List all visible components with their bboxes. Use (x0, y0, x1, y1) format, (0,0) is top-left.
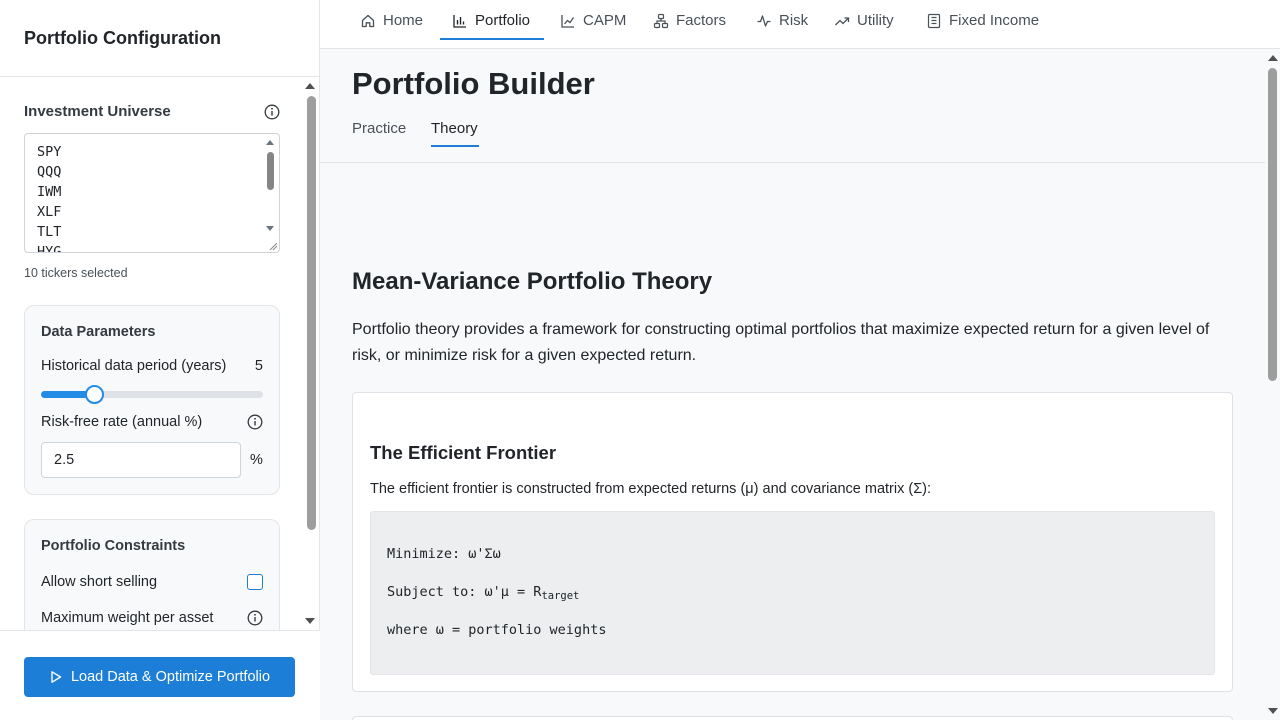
sidebar: Portfolio Configuration Investment Unive… (0, 0, 320, 720)
info-icon[interactable] (247, 414, 263, 430)
main-content[interactable]: Portfolio Builder Practice Theory Mean-V… (320, 49, 1265, 720)
formula-line-subject: Subject to: ω'μ = Rtarget (387, 584, 579, 602)
tab-home-label: Home (383, 12, 424, 29)
tab-factors[interactable]: Factors (653, 0, 726, 41)
slider-thumb[interactable] (85, 385, 105, 404)
efficient-frontier-description: The efficient frontier is constructed fr… (370, 481, 932, 497)
risk-free-label: Risk-free rate (annual %) (41, 414, 203, 430)
efficient-frontier-title: The Efficient Frontier (370, 442, 557, 463)
ticker-line: XLF (37, 204, 62, 220)
trending-up-icon (835, 16, 850, 25)
scroll-down-arrow[interactable] (266, 226, 274, 231)
tab-capm[interactable]: CAPM (560, 0, 626, 41)
data-parameters-title: Data Parameters (41, 324, 156, 340)
formula-line-where: where ω = portfolio weights (387, 622, 607, 638)
bar-chart-icon (453, 14, 466, 28)
period-slider[interactable] (41, 385, 263, 404)
short-selling-label: Allow short selling (41, 574, 158, 590)
ticker-line: SPY (37, 144, 62, 160)
theory-intro: Portfolio theory provides a framework fo… (352, 321, 1210, 364)
scroll-down-arrow[interactable] (1268, 708, 1278, 714)
subtab-practice[interactable]: Practice (352, 120, 406, 137)
active-tab-indicator (440, 38, 544, 40)
ticker-line: TLT (37, 224, 62, 240)
page-header: Portfolio Builder Practice Theory (320, 49, 1265, 163)
load-optimize-button[interactable]: Load Data & Optimize Portfolio (24, 657, 295, 697)
line-chart-icon (561, 14, 575, 28)
active-subtab-indicator (431, 145, 479, 147)
home-icon (361, 14, 375, 27)
tab-factors-label: Factors (676, 12, 727, 29)
play-icon (51, 671, 62, 683)
tab-utility[interactable]: Utility (834, 0, 894, 41)
short-selling-checkbox[interactable] (247, 574, 263, 590)
ticker-line: HYG (37, 244, 62, 253)
risk-free-input[interactable]: 2.5 (41, 442, 241, 478)
formula-subscript: target (541, 590, 580, 602)
resize-handle-icon[interactable] (269, 242, 277, 250)
textarea-scroll-thumb[interactable] (267, 152, 274, 190)
tab-utility-label: Utility (857, 12, 894, 29)
scroll-up-arrow[interactable] (266, 140, 274, 145)
max-weight-label: Maximum weight per asset (41, 610, 214, 626)
scroll-down-arrow[interactable] (305, 618, 315, 624)
tab-fixed-income-label: Fixed Income (949, 12, 1040, 29)
universe-header: Investment Universe (24, 103, 280, 120)
main-scroll-thumb[interactable] (1268, 68, 1277, 381)
load-button-label: Load Data & Optimize Portfolio (70, 669, 271, 685)
sidebar-scroll-area[interactable]: Investment Universe SPY QQQ IWM XLF TLT HYG 1… (0, 77, 320, 630)
activity-icon (757, 14, 771, 27)
risk-free-row: Risk-free rate (annual %) (41, 414, 263, 430)
tickers-count: 10 tickers selected (24, 266, 128, 280)
theory-title: Mean-Variance Portfolio Theory (352, 268, 713, 295)
textarea-scrollbar[interactable] (265, 138, 277, 250)
sidebar-footer: Load Data & Optimize Portfolio (0, 630, 320, 720)
tab-risk[interactable]: Risk (756, 0, 808, 41)
hierarchy-icon (653, 13, 669, 28)
sidebar-scroll-thumb[interactable] (307, 96, 316, 530)
scroll-up-arrow[interactable] (305, 83, 315, 89)
formula-subject-text: Subject to: ω'μ = R (387, 584, 542, 600)
formula-code-block: Minimize: ω'Σω Subject to: ω'μ = Rtarget… (370, 511, 1215, 675)
universe-label: Investment Universe (24, 103, 171, 120)
tab-portfolio[interactable]: Portfolio (452, 0, 530, 41)
scroll-up-arrow[interactable] (1268, 55, 1278, 61)
period-value: 5 (254, 358, 263, 374)
short-selling-row: Allow short selling (41, 574, 263, 590)
next-section-card (352, 716, 1233, 720)
tickers-list: SPY QQQ IWM XLF TLT HYG (25, 134, 279, 253)
portfolio-constraints-card: Portfolio Constraints Allow short sellin… (24, 519, 280, 630)
efficient-frontier-card: The Efficient Frontier The efficient fro… (352, 392, 1233, 692)
sidebar-scrollbar[interactable] (302, 77, 318, 630)
tab-risk-label: Risk (779, 12, 809, 29)
info-icon[interactable] (247, 610, 263, 626)
top-navigation: Home Portfolio CAPM Factors Risk Utility… (320, 0, 1280, 49)
sidebar-title: Portfolio Configuration (24, 28, 221, 48)
tab-home[interactable]: Home (360, 0, 423, 41)
info-icon[interactable] (264, 104, 280, 120)
risk-free-unit: % (250, 452, 263, 468)
tab-portfolio-label: Portfolio (475, 12, 531, 29)
tickers-textarea[interactable]: SPY QQQ IWM XLF TLT HYG (24, 133, 280, 253)
constraints-title: Portfolio Constraints (41, 538, 186, 554)
ticker-line: IWM (37, 184, 62, 200)
max-weight-row: Maximum weight per asset (41, 610, 263, 626)
subtab-theory[interactable]: Theory (431, 120, 478, 137)
tab-fixed-income[interactable]: Fixed Income (926, 0, 1039, 41)
main-scrollbar[interactable] (1265, 49, 1280, 720)
building-icon (927, 13, 941, 28)
ticker-line: QQQ (37, 164, 62, 180)
tab-capm-label: CAPM (583, 12, 627, 29)
data-parameters-card: Data Parameters Historical data period (… (24, 305, 280, 495)
period-row: Historical data period (years) 5 (41, 358, 263, 374)
sidebar-header: Portfolio Configuration (0, 0, 319, 77)
page-title: Portfolio Builder (352, 66, 595, 101)
period-label: Historical data period (years) (41, 358, 227, 374)
formula-line-minimize: Minimize: ω'Σω (387, 546, 501, 562)
